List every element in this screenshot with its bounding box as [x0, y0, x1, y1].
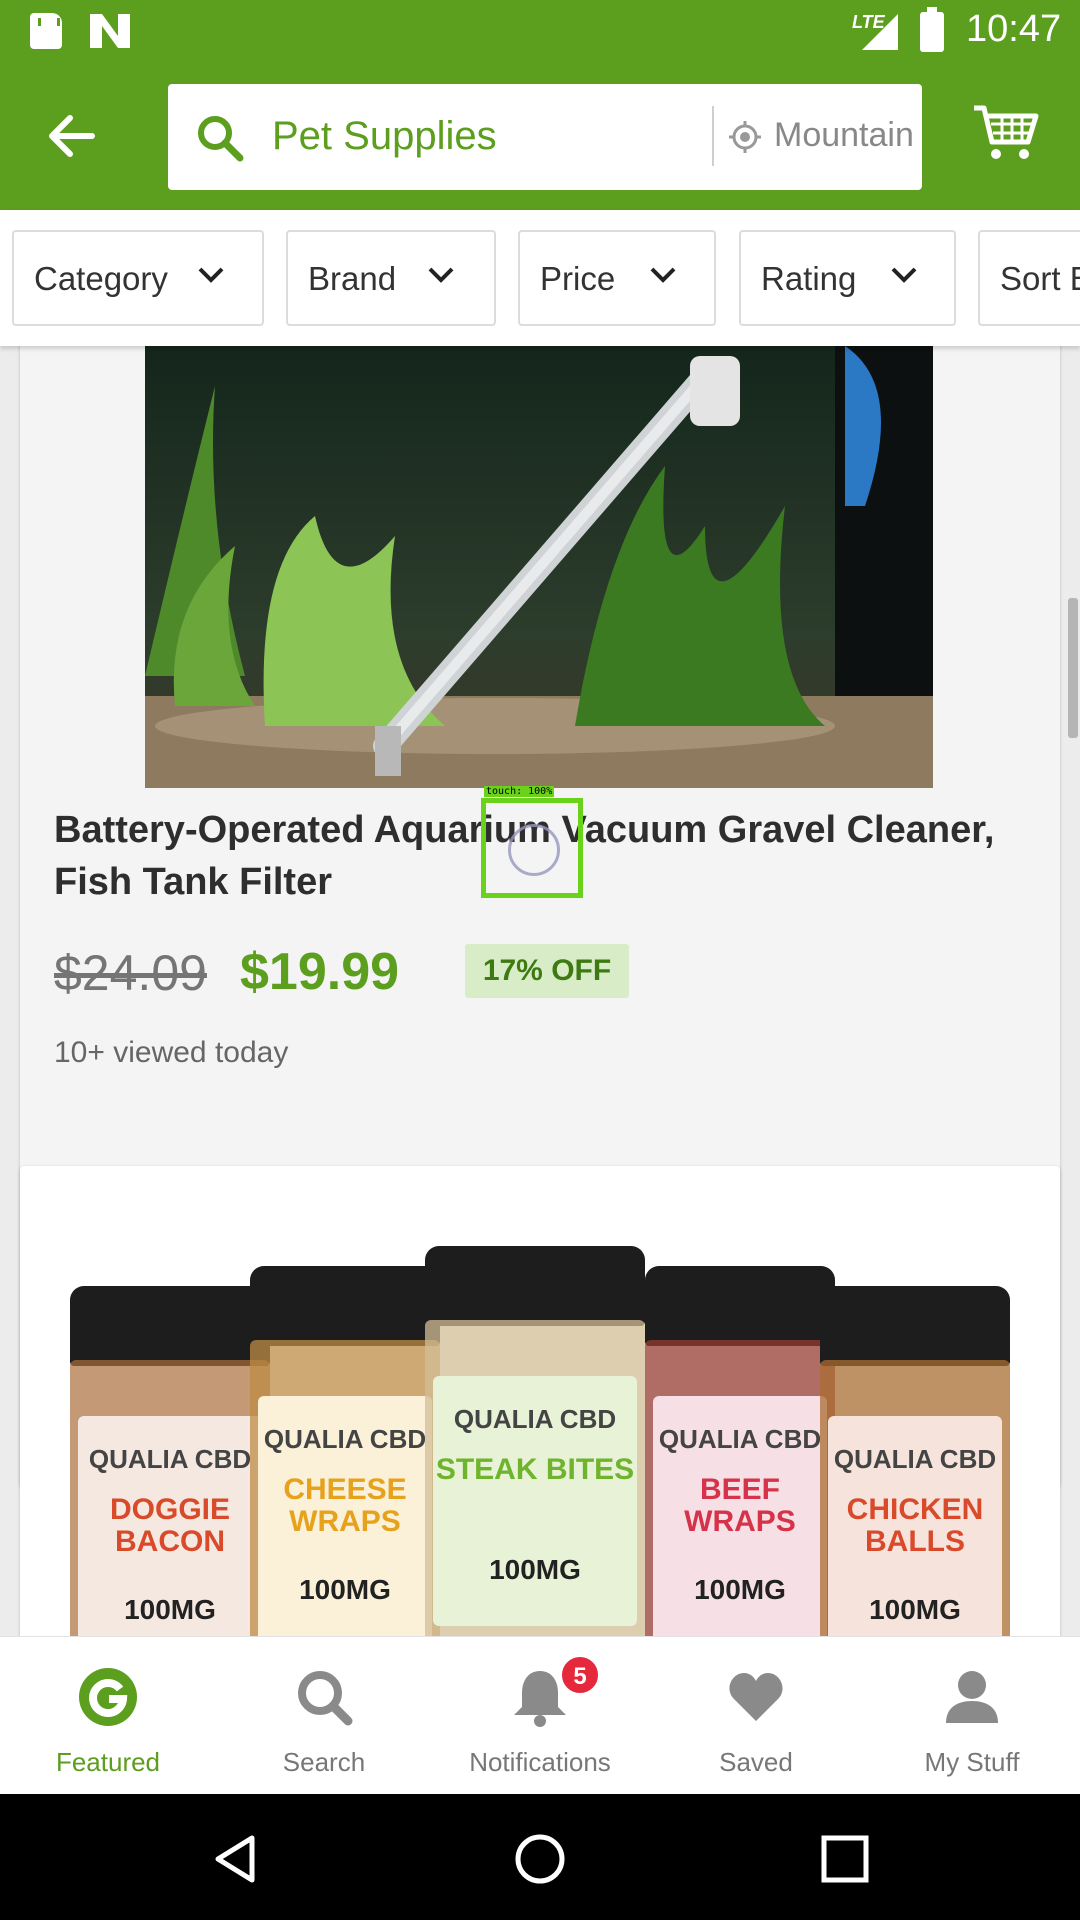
- jar-flavor: DOGGIE BACON: [109, 1493, 230, 1558]
- nav-label: Saved: [719, 1747, 793, 1777]
- app-bar: Pet Supplies Mountain View: [0, 62, 1080, 210]
- jar-dose: 100MG: [489, 1554, 581, 1585]
- jar-brand: QUALIA CBD: [658, 1424, 822, 1454]
- nav-label: Featured: [55, 1747, 161, 1777]
- nav-label: Search: [282, 1747, 366, 1777]
- nav-featured[interactable]: Featured: [0, 1637, 216, 1795]
- filter-label: Category: [34, 260, 168, 297]
- filter-label: Price: [540, 260, 616, 297]
- search-query[interactable]: Pet Supplies: [272, 114, 497, 159]
- nav-notifications[interactable]: 5 Notifications: [432, 1637, 648, 1795]
- bottom-navigation: Featured Search 5 Notifications Saved My…: [0, 1636, 1080, 1794]
- jar-flavor: CHICKEN BALLS: [846, 1493, 984, 1558]
- filter-label: Brand: [308, 260, 397, 297]
- product-jar: QUALIA CBD CHEESE WRAPS 100MG: [250, 1266, 440, 1636]
- filter-label: Sort By: [1000, 260, 1080, 297]
- product-jar: QUALIA CBD BEEF WRAPS 100MG: [645, 1266, 835, 1636]
- notification-n-icon: [90, 14, 130, 48]
- battery-icon: [920, 7, 944, 52]
- back-triangle-icon[interactable]: [208, 1832, 262, 1886]
- nav-label: Notifications: [469, 1747, 611, 1777]
- filter-sort-by[interactable]: Sort By: [978, 230, 1080, 326]
- nav-my-stuff[interactable]: My Stuff: [864, 1637, 1080, 1795]
- nav-saved[interactable]: Saved: [648, 1637, 864, 1795]
- product-image-aquarium: [145, 346, 933, 788]
- back-arrow-icon[interactable]: [42, 106, 102, 166]
- location-icon: [729, 121, 761, 153]
- sd-card-icon: [30, 13, 62, 49]
- chevron-down-icon: [198, 267, 224, 283]
- viewed-count: 10+ viewed today: [54, 1036, 289, 1069]
- search-bar[interactable]: Pet Supplies Mountain View: [168, 84, 922, 190]
- touch-indicator-label: touch: 100%: [484, 786, 555, 797]
- filter-price[interactable]: Price: [518, 230, 716, 326]
- nav-search[interactable]: Search: [216, 1637, 432, 1795]
- jar-flavor: STEAK BITES: [435, 1453, 635, 1486]
- product-image-cbd-treats: QUALIA CBD DOGGIE BACON 100MG QUALIA CBD…: [20, 1166, 1060, 1636]
- chevron-down-icon: [650, 267, 676, 283]
- jar-dose: 100MG: [869, 1594, 961, 1625]
- product-jar: QUALIA CBD STEAK BITES 100MG: [425, 1246, 645, 1636]
- status-bar: LTE 10:47: [0, 0, 1080, 62]
- sale-price: $19.99: [240, 943, 400, 1001]
- scrollbar[interactable]: [1068, 598, 1078, 738]
- filter-brand[interactable]: Brand: [286, 230, 496, 326]
- nav-label: My Stuff: [924, 1747, 1020, 1777]
- chevron-down-icon: [891, 267, 917, 283]
- notification-badge: 5: [560, 1655, 600, 1695]
- filter-category[interactable]: Category: [12, 230, 264, 326]
- heart-icon: [729, 1673, 783, 1721]
- jar-dose: 100MG: [299, 1574, 391, 1605]
- touch-ripple: [508, 824, 560, 876]
- jar-brand: QUALIA CBD: [88, 1444, 252, 1474]
- clock: 10:47: [966, 8, 1062, 50]
- filter-label: Rating: [761, 260, 857, 297]
- product-list[interactable]: Battery-Operated Aquarium Vacuum Gravel …: [0, 346, 1080, 1636]
- signal-icon: [862, 14, 898, 50]
- discount-badge: 17% OFF: [465, 944, 629, 998]
- jar-brand: QUALIA CBD: [263, 1424, 427, 1454]
- person-icon: [946, 1671, 998, 1723]
- recents-square-icon[interactable]: [818, 1832, 872, 1886]
- filter-bar: Category Brand Price Rating Sort By: [0, 210, 1080, 346]
- original-price: $24.09: [54, 945, 207, 1001]
- jar-brand: QUALIA CBD: [453, 1404, 617, 1434]
- cart-icon[interactable]: [972, 102, 1040, 164]
- location-field[interactable]: Mountain View: [774, 116, 914, 155]
- jar-flavor: BEEF WRAPS: [684, 1473, 796, 1538]
- jar-flavor: CHEESE WRAPS: [283, 1473, 407, 1538]
- system-navigation-bar: [0, 1794, 1080, 1920]
- product-jar: QUALIA CBD CHICKEN BALLS 100MG: [820, 1286, 1010, 1636]
- search-icon: [298, 1671, 353, 1726]
- product-jar: QUALIA CBD DOGGIE BACON 100MG: [70, 1286, 270, 1636]
- chevron-down-icon: [428, 267, 454, 283]
- home-circle-icon[interactable]: [513, 1832, 567, 1886]
- product-card[interactable]: QUALIA CBD DOGGIE BACON 100MG QUALIA CBD…: [20, 1166, 1060, 1636]
- featured-g-icon: [79, 1668, 137, 1726]
- jar-dose: 100MG: [124, 1594, 216, 1625]
- jar-brand: QUALIA CBD: [833, 1444, 997, 1474]
- jar-dose: 100MG: [694, 1574, 786, 1605]
- filter-rating[interactable]: Rating: [739, 230, 956, 326]
- search-divider: [712, 106, 714, 166]
- search-icon: [198, 116, 244, 162]
